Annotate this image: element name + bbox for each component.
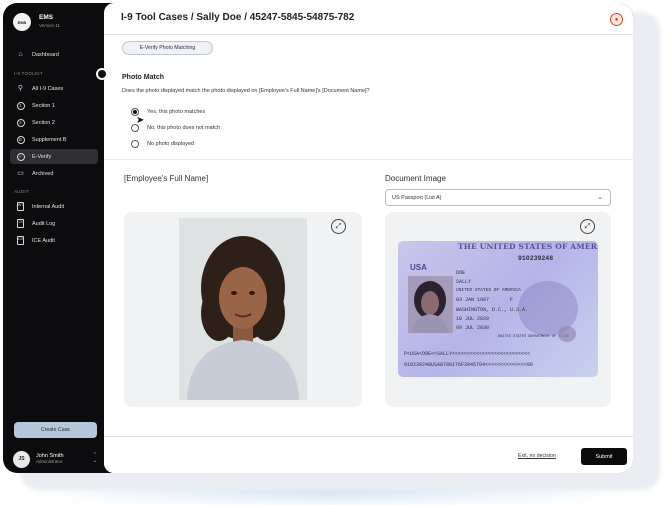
avatar: JS	[13, 450, 30, 468]
sidebar-item-label: Dashboard	[32, 51, 59, 58]
user-role: Administrator	[36, 459, 63, 464]
passport-sex: F	[510, 297, 514, 303]
tab-e-verify-photo-matching[interactable]: E-Verify Photo Matching	[122, 41, 213, 55]
main-content: I-9 Tool Cases / Sally Doe / 45247-5845-…	[104, 3, 633, 473]
sidebar-item-supplement-b[interactable]: B Supplement B	[10, 132, 98, 147]
check-circle-icon: ✓	[16, 152, 25, 161]
sidebar: EMS EMS Version 11 ⌂ Dashboard I-9 TOOLK…	[3, 3, 104, 473]
sidebar-item-label: Supplement B	[32, 136, 67, 143]
sidebar-item-section-1[interactable]: 1 Section 1	[10, 98, 98, 113]
mouse-cursor-icon: ➤	[136, 115, 145, 126]
passport-photo	[408, 276, 453, 333]
home-icon: ⌂	[18, 51, 23, 58]
notification-icon[interactable]: ●	[610, 13, 623, 26]
brand: EMS EMS Version 11	[13, 13, 60, 31]
document-icon: ICE	[16, 236, 25, 245]
document-icon: LOG	[16, 219, 25, 228]
employee-name-heading: [Employee's Full Name]	[124, 174, 209, 183]
submit-button[interactable]: Submit	[581, 448, 627, 465]
sidebar-item-label: ICE Audit	[32, 237, 55, 244]
employee-photo	[179, 218, 307, 400]
radio-option-no-photo[interactable]: No photo displayed	[131, 140, 194, 148]
sidebar-item-label: E-Verify	[32, 153, 52, 160]
letter-b-icon: B	[16, 135, 25, 144]
employee-photo-panel: ⤢	[124, 212, 362, 407]
passport-given-name: SALLY	[456, 279, 472, 285]
stage: EMS EMS Version 11 ⌂ Dashboard I-9 TOOLK…	[0, 0, 669, 505]
sidebar-item-internal-audit[interactable]: INT Internal Audit	[10, 199, 98, 214]
sidebar-item-e-verify[interactable]: ✓ E-Verify	[10, 149, 98, 164]
passport-header: THE UNITED STATES OF AMERICA	[458, 242, 598, 251]
document-image-heading: Document Image	[385, 174, 446, 183]
passport-mrz-1: P<USA<DOE<<SALLY<<<<<<<<<<<<<<<<<<<<<<<<…	[404, 351, 531, 357]
sidebar-collapse-handle[interactable]	[96, 68, 108, 80]
passport-birthplace: WASHINGTON, D.C., U.S.A.	[456, 307, 529, 313]
create-case-button[interactable]: Create Case	[14, 422, 97, 438]
passport-dob: 03 JAN 1987	[456, 297, 490, 303]
sidebar-item-label: Archived	[32, 170, 54, 177]
sidebar-item-section-2[interactable]: 2 Section 2	[10, 115, 98, 130]
passport-expires: 09 JUL 2030	[456, 325, 490, 331]
divider	[104, 159, 633, 160]
sidebar-item-label: Section 1	[32, 102, 55, 109]
sidebar-item-label: Internal Audit	[32, 203, 65, 210]
expand-icon[interactable]: ⤢	[331, 219, 346, 234]
radio-label: Yes, this photo matches	[147, 109, 206, 115]
page-title: I-9 Tool Cases / Sally Doe / 45247-5845-…	[121, 12, 355, 23]
passport-issued: 10 JUL 2020	[456, 316, 490, 322]
number-1-icon: 1	[16, 101, 25, 110]
user-menu[interactable]: JS John Smith Administrator ⌃ ⌄	[13, 450, 101, 468]
expand-icon[interactable]: ⤢	[580, 219, 595, 234]
sidebar-item-label: Audit Log	[32, 220, 56, 227]
passport-country: USA	[410, 263, 427, 272]
passport-stamp	[558, 326, 576, 342]
search-icon: ⚲	[17, 85, 24, 92]
document-icon: INT	[16, 202, 25, 211]
radio-label: No, this photo does not match	[147, 125, 221, 131]
radio-button[interactable]	[131, 140, 139, 148]
passport-image: THE UNITED STATES OF AMERICA USA 9102392…	[398, 241, 598, 377]
photo-match-title: Photo Match	[122, 74, 164, 81]
exit-no-decision-link[interactable]: Exit, no decision	[518, 453, 556, 459]
brand-name: EMS	[39, 14, 54, 21]
app-window: EMS EMS Version 11 ⌂ Dashboard I-9 TOOLK…	[3, 3, 633, 473]
radio-label: No photo displayed	[147, 141, 195, 147]
section-label-toolkit: I-9 TOOLKIT	[14, 71, 43, 76]
archive-icon: ▭	[17, 170, 24, 177]
sidebar-item-audit-log[interactable]: LOG Audit Log	[10, 216, 98, 231]
chevron-down-icon: ⌄	[597, 194, 603, 201]
section-label-audit: AUDIT	[14, 189, 29, 194]
sidebar-item-ice-audit[interactable]: ICE ICE Audit	[10, 233, 98, 248]
footer: Exit, no decision Submit	[104, 436, 633, 473]
passport-number: 910239248	[518, 255, 554, 262]
sidebar-item-archived[interactable]: ▭ Archived	[10, 166, 98, 181]
passport-nationality: UNITED STATES OF AMERICA	[456, 288, 521, 293]
sidebar-item-label: All I-9 Cases	[32, 85, 64, 92]
number-2-icon: 2	[16, 118, 25, 127]
select-value: US Passport (List A)	[392, 194, 442, 201]
brand-version: Version 11	[39, 23, 60, 28]
passport-surname: DOE	[456, 270, 466, 276]
passport-mrz-2: 910239248USA8708176F3045704<<<<<<<<<<<<<…	[404, 362, 534, 368]
document-type-select[interactable]: US Passport (List A) ⌄	[385, 189, 611, 206]
photo-match-question: Does the photo displayed match the photo…	[122, 88, 370, 94]
document-image-panel: ⤢ THE UNITED STATES OF AMERICA USA 91023…	[385, 212, 611, 407]
sidebar-item-all-cases[interactable]: ⚲ All I-9 Cases	[10, 81, 98, 96]
chevron-up-down-icon: ⌃ ⌄	[92, 452, 97, 464]
sidebar-item-label: Section 2	[32, 119, 55, 126]
brand-logo: EMS	[13, 13, 31, 31]
sidebar-item-dashboard[interactable]: ⌂ Dashboard	[10, 47, 98, 62]
topbar: I-9 Tool Cases / Sally Doe / 45247-5845-…	[104, 3, 633, 35]
